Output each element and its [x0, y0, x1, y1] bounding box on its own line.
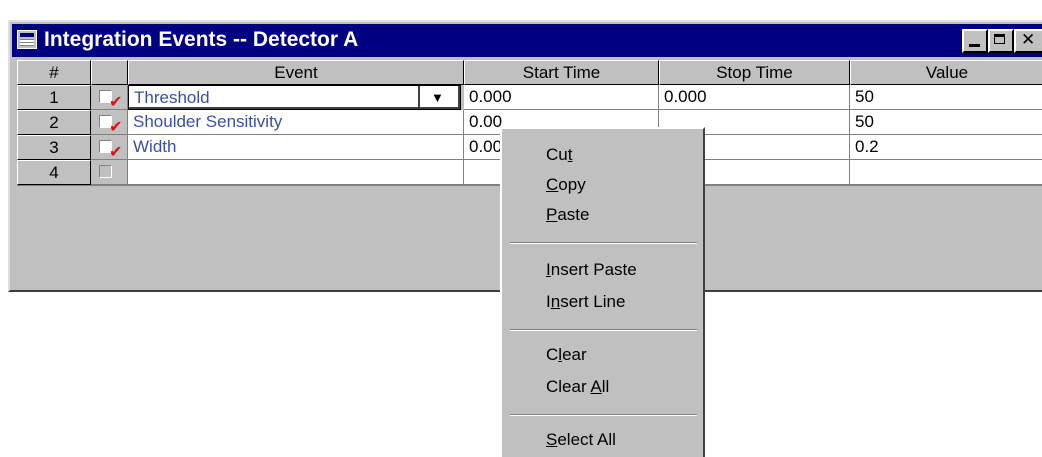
event-dropdown[interactable]: Threshold ▼ [128, 85, 461, 110]
value-cell[interactable] [850, 160, 1042, 185]
column-header-event[interactable]: Event [128, 60, 464, 85]
check-icon: ✔ [109, 92, 123, 110]
column-header-start-time[interactable]: Start Time [464, 60, 659, 85]
event-cell[interactable]: Shoulder Sensitivity [128, 110, 464, 135]
menu-item-cut[interactable]: Cut [546, 144, 572, 166]
check-icon: ✔ [109, 117, 123, 135]
row-number[interactable]: 4 [17, 160, 91, 185]
menu-item-insert-paste[interactable]: Insert Paste [546, 259, 637, 281]
dropdown-divider [418, 86, 420, 109]
event-cell[interactable]: Width [128, 135, 464, 160]
close-button[interactable] [1014, 29, 1042, 53]
column-header-value[interactable]: Value [850, 60, 1042, 85]
value-cell[interactable]: 50 [850, 110, 1042, 135]
menu-separator [510, 329, 697, 331]
column-header-check[interactable] [91, 60, 128, 85]
check-icon: ✔ [109, 142, 123, 160]
start-time-cell[interactable]: 0.000 [464, 85, 659, 110]
enable-checkbox-cell[interactable]: ✔ [91, 110, 128, 135]
enable-checkbox[interactable]: ✔ [99, 90, 122, 109]
chevron-down-icon[interactable]: ▼ [431, 86, 444, 110]
table-row[interactable]: 1 ✔ Threshold ▼ 0.000 0.000 50 [17, 85, 1042, 110]
menu-item-select-all[interactable]: Select All [546, 429, 616, 451]
window-icon[interactable] [17, 30, 37, 49]
value-cell[interactable]: 50 [850, 85, 1042, 110]
enable-checkbox[interactable] [99, 165, 112, 178]
column-header-stop-time[interactable]: Stop Time [659, 60, 850, 85]
menu-item-copy[interactable]: Copy [546, 174, 586, 196]
header-row: # Event Start Time Stop Time Value [17, 60, 1042, 85]
enable-checkbox-cell[interactable]: ✔ [91, 85, 128, 110]
value-cell[interactable]: 0.2 [850, 135, 1042, 160]
enable-checkbox-cell[interactable] [91, 160, 128, 185]
column-header-num[interactable]: # [17, 60, 91, 85]
window-title: Integration Events -- Detector A [44, 28, 359, 51]
minimize-button[interactable] [962, 29, 988, 53]
context-menu: Cut Copy Paste Insert Paste Insert Line … [500, 127, 705, 457]
menu-item-insert-line[interactable]: Insert Line [546, 291, 625, 313]
title-bar[interactable]: Integration Events -- Detector A [12, 24, 1042, 57]
event-cell[interactable] [128, 160, 464, 185]
enable-checkbox[interactable]: ✔ [99, 140, 122, 159]
row-number[interactable]: 3 [17, 135, 91, 160]
enable-checkbox[interactable]: ✔ [99, 115, 122, 134]
maximize-button[interactable] [988, 29, 1014, 53]
stop-time-cell[interactable]: 0.000 [659, 85, 850, 110]
row-number[interactable]: 2 [17, 110, 91, 135]
enable-checkbox-cell[interactable]: ✔ [91, 135, 128, 160]
event-dropdown-value: Threshold [134, 88, 210, 107]
menu-item-clear[interactable]: Clear [546, 344, 587, 366]
row-number[interactable]: 1 [17, 85, 91, 110]
menu-separator [510, 242, 697, 244]
menu-separator [510, 414, 697, 416]
menu-item-paste[interactable]: Paste [546, 204, 589, 226]
menu-item-clear-all[interactable]: Clear All [546, 376, 609, 398]
